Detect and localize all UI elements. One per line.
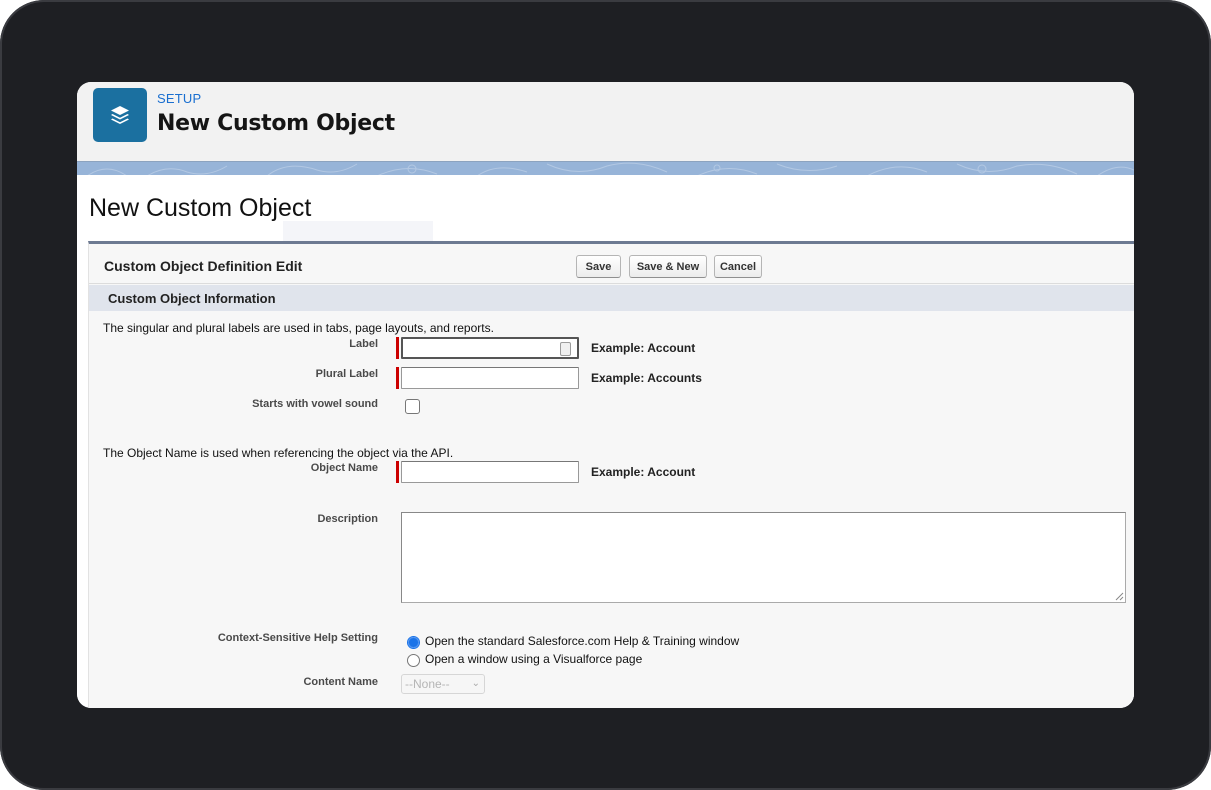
page-title: New Custom Object (89, 194, 312, 222)
help-standard-option-label[interactable]: Open the standard Salesforce.com Help & … (425, 634, 739, 648)
content-name-select[interactable]: --None-- ⌄ (401, 674, 485, 694)
plural-label-input[interactable] (401, 367, 579, 389)
setup-page-title: New Custom Object (157, 111, 395, 136)
required-indicator (396, 367, 399, 389)
plural-label-example: Example: Accounts (591, 371, 702, 385)
help-visualforce-radio[interactable] (407, 654, 420, 667)
help-visualforce-option-label[interactable]: Open a window using a Visualforce page (425, 652, 642, 666)
panel-title: Custom Object Definition Edit (104, 258, 303, 274)
content-name-label: Content Name (303, 676, 378, 688)
label-field-label: Label (349, 338, 378, 350)
save-and-new-button[interactable]: Save & New (629, 255, 707, 278)
setup-breadcrumb[interactable]: SETUP (157, 91, 201, 106)
chevron-down-icon: ⌄ (471, 678, 480, 689)
label-example: Example: Account (591, 341, 696, 355)
save-button[interactable]: Save (576, 255, 621, 278)
section-header: Custom Object Information (89, 285, 1134, 311)
help-setting-label: Context-Sensitive Help Setting (217, 632, 378, 644)
resize-grip-icon[interactable] (1115, 592, 1124, 601)
object-name-field-label: Object Name (310, 462, 378, 474)
edit-panel: Custom Object Definition Edit Save Save … (88, 241, 1134, 708)
help-standard-radio[interactable] (407, 636, 420, 649)
main-content: New Custom Object Custom Object Definiti… (77, 175, 1134, 708)
vowel-sound-checkbox[interactable] (405, 399, 420, 414)
content-name-selected: --None-- (405, 677, 450, 691)
setup-header: SETUP New Custom Object (77, 82, 1134, 162)
title-underlay (283, 221, 433, 241)
description-field-label: Description (317, 513, 378, 525)
section-title: Custom Object Information (108, 291, 276, 306)
panel-header: Custom Object Definition Edit Save Save … (89, 244, 1134, 284)
description-textarea[interactable] (401, 512, 1126, 603)
object-name-input[interactable] (401, 461, 579, 483)
api-help-text: The Object Name is used when referencing… (103, 446, 454, 460)
required-indicator (396, 461, 399, 483)
required-indicator (396, 337, 399, 359)
stacked-layers-icon (93, 88, 147, 142)
autofill-contact-icon[interactable] (560, 342, 571, 356)
browser-screen: SETUP New Custom Object New Custom Objec… (77, 82, 1134, 708)
vowel-sound-label: Starts with vowel sound (252, 398, 378, 410)
decorative-banner (77, 161, 1134, 175)
device-frame: SETUP New Custom Object New Custom Objec… (0, 0, 1211, 790)
label-input[interactable] (401, 337, 579, 359)
labels-help-text: The singular and plural labels are used … (103, 321, 494, 335)
object-name-example: Example: Account (591, 465, 696, 479)
plural-label-field-label: Plural Label (315, 368, 378, 380)
cancel-button[interactable]: Cancel (714, 255, 762, 278)
